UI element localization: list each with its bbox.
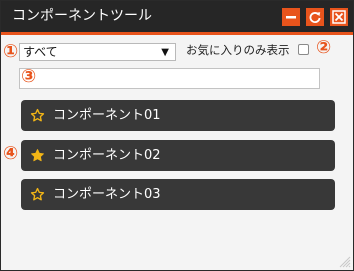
minimize-button[interactable]	[282, 8, 300, 26]
chevron-down-icon: ▼	[161, 47, 169, 58]
star-outline-icon[interactable]	[30, 187, 45, 202]
refresh-icon	[309, 12, 321, 24]
component-item[interactable]: コンポーネント03	[21, 179, 335, 210]
resize-grip-icon[interactable]	[337, 254, 351, 268]
component-item-label: コンポーネント03	[53, 187, 161, 202]
search-input[interactable]	[19, 68, 320, 89]
category-select[interactable]: すべて ▼	[19, 43, 176, 61]
window-title: コンポーネントツール	[12, 8, 152, 24]
minimize-icon	[286, 16, 296, 19]
annotation-marker-2: ②	[316, 37, 332, 58]
component-item[interactable]: コンポーネント02	[21, 140, 335, 171]
close-button[interactable]	[330, 8, 348, 26]
star-filled-icon[interactable]	[30, 148, 45, 163]
favorites-only-label: お気に入りのみ表示	[186, 43, 290, 57]
annotation-marker-3: ③	[21, 66, 37, 87]
category-select-value: すべて	[23, 45, 58, 59]
component-item[interactable]: コンポーネント01	[21, 100, 335, 131]
annotation-marker-1: ①	[3, 41, 19, 62]
component-tool-window: コンポーネントツール すべて ▼ お気に入りのみ表示 コンポーネント01 コンポ…	[0, 0, 354, 271]
annotation-marker-4: ④	[3, 143, 19, 164]
favorites-only-checkbox[interactable]	[298, 44, 309, 55]
refresh-button[interactable]	[306, 8, 324, 26]
star-outline-icon[interactable]	[30, 108, 45, 123]
component-item-label: コンポーネント02	[53, 148, 161, 163]
title-bar[interactable]: コンポーネントツール	[1, 1, 353, 35]
close-icon	[332, 10, 346, 24]
component-item-label: コンポーネント01	[53, 108, 161, 123]
